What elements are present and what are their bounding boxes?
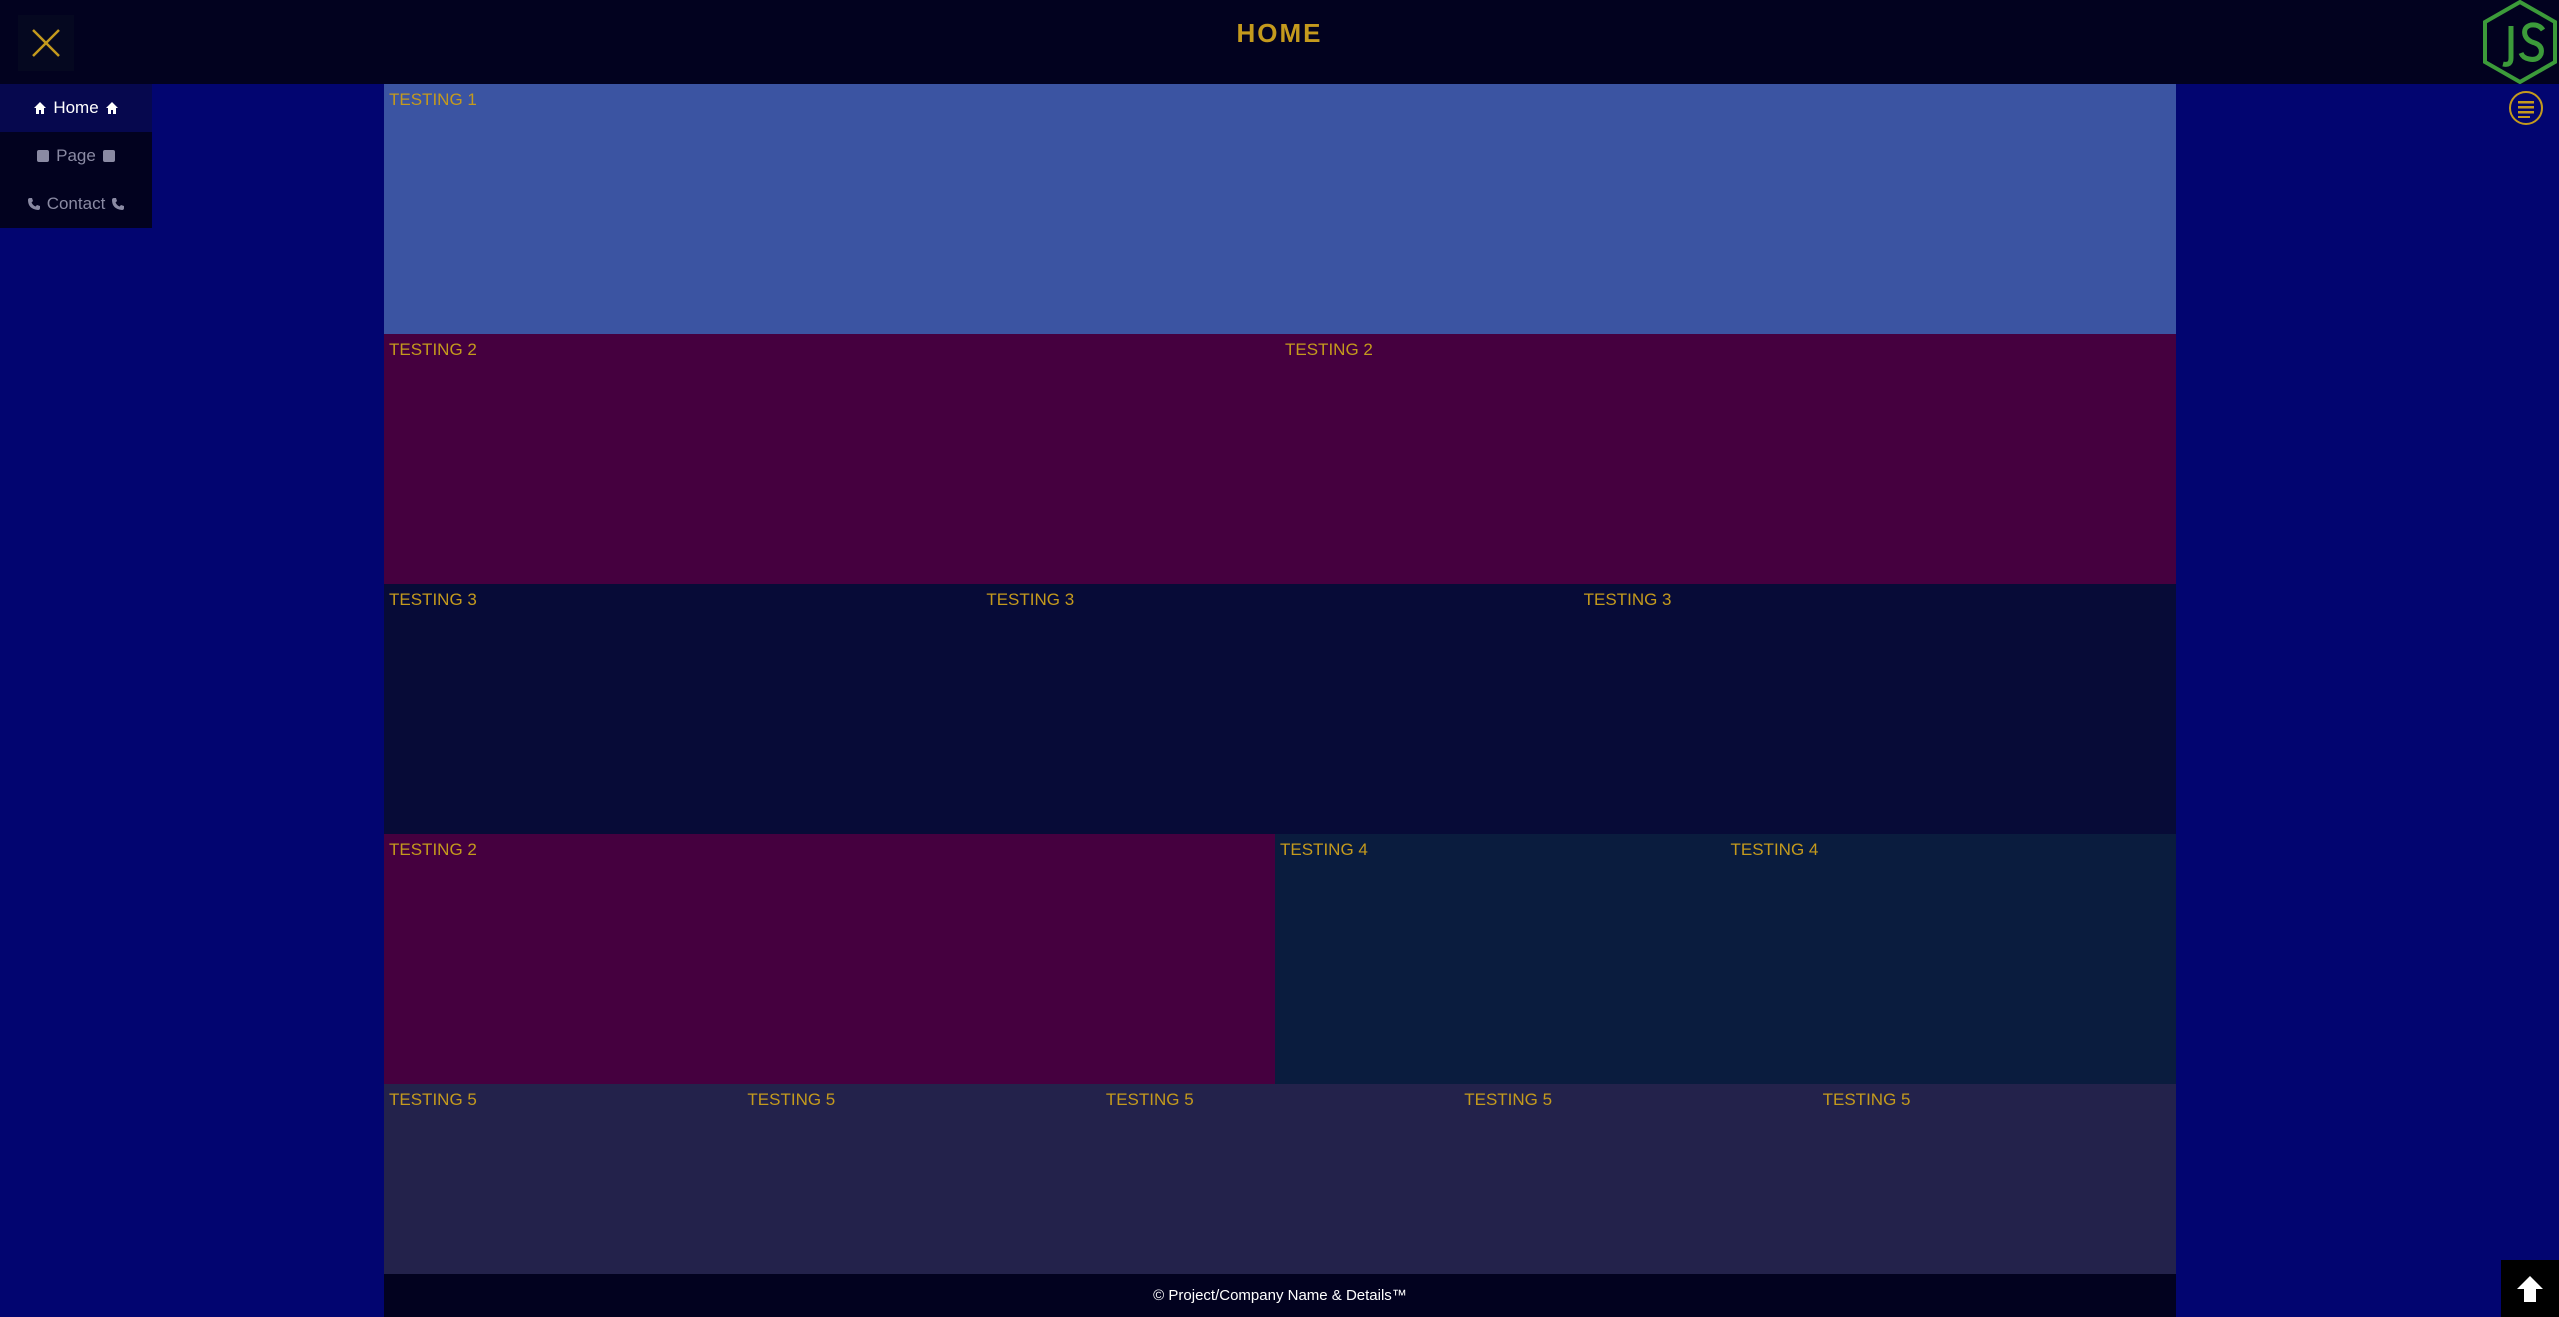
grid-cell: TESTING 3 xyxy=(1578,584,2176,834)
arrow-up-icon xyxy=(2517,1275,2543,1302)
square-icon xyxy=(37,150,50,162)
nodejs-icon[interactable] xyxy=(2481,0,2559,84)
sidebar-item-label: Page xyxy=(56,146,96,165)
grid-cell: TESTING 4 xyxy=(1275,834,1726,1084)
page-footer: © Project/Company Name & Details™ xyxy=(384,1274,2176,1317)
footer-text: © Project/Company Name & Details™ xyxy=(1153,1287,1407,1304)
grid-cell: TESTING 5 xyxy=(1817,1084,2177,1274)
grid-row-5: TESTING 5 TESTING 5 TESTING 5 TESTING 5 … xyxy=(384,1084,2177,1274)
grid-cell: TESTING 5 xyxy=(1100,1084,1460,1274)
scroll-to-top-button[interactable] xyxy=(2501,1260,2559,1317)
sidebar-item-page[interactable]: Page xyxy=(0,132,152,180)
grid-row-2: TESTING 2 TESTING 2 xyxy=(384,334,2176,584)
page-title: HOME xyxy=(1236,18,1323,48)
grid-cell: TESTING 2 xyxy=(384,834,1275,1084)
grid-cell: TESTING 3 xyxy=(384,584,982,834)
grid-row-3: TESTING 3 TESTING 3 TESTING 3 xyxy=(384,584,2176,834)
phone-icon xyxy=(112,198,125,210)
grid-cell: TESTING 5 xyxy=(742,1084,1101,1274)
grid-cell: TESTING 2 xyxy=(384,334,1280,584)
grid-row-1: TESTING 1 xyxy=(384,84,2176,334)
grid-row-4: TESTING 2 TESTING 4 TESTING 4 xyxy=(384,834,2176,1084)
grid-cell: TESTING 1 xyxy=(384,84,2176,334)
grid-cell: TESTING 3 xyxy=(981,584,1579,834)
main-content: TESTING 1 TESTING 2 TESTING 2 TESTING 3 … xyxy=(384,84,2177,1274)
sidebar-item-contact[interactable]: Contact xyxy=(0,180,152,228)
grid-cell: TESTING 2 xyxy=(1280,334,2176,584)
list-icon[interactable] xyxy=(2508,90,2544,126)
sidebar-item-home[interactable]: Home xyxy=(0,84,152,132)
phone-icon xyxy=(27,198,40,210)
sidebar-item-label: Contact xyxy=(46,194,106,213)
square-icon xyxy=(102,150,115,162)
home-icon xyxy=(34,102,47,114)
grid-cell: TESTING 5 xyxy=(1459,1084,1818,1274)
grid-cell: TESTING 4 xyxy=(1725,834,2176,1084)
top-header: HOME xyxy=(0,0,2559,84)
side-navigation: Home Page Contact xyxy=(0,84,152,228)
sidebar-item-label: Home xyxy=(53,98,99,117)
grid-cell: TESTING 5 xyxy=(384,1084,743,1274)
home-icon xyxy=(105,102,118,114)
